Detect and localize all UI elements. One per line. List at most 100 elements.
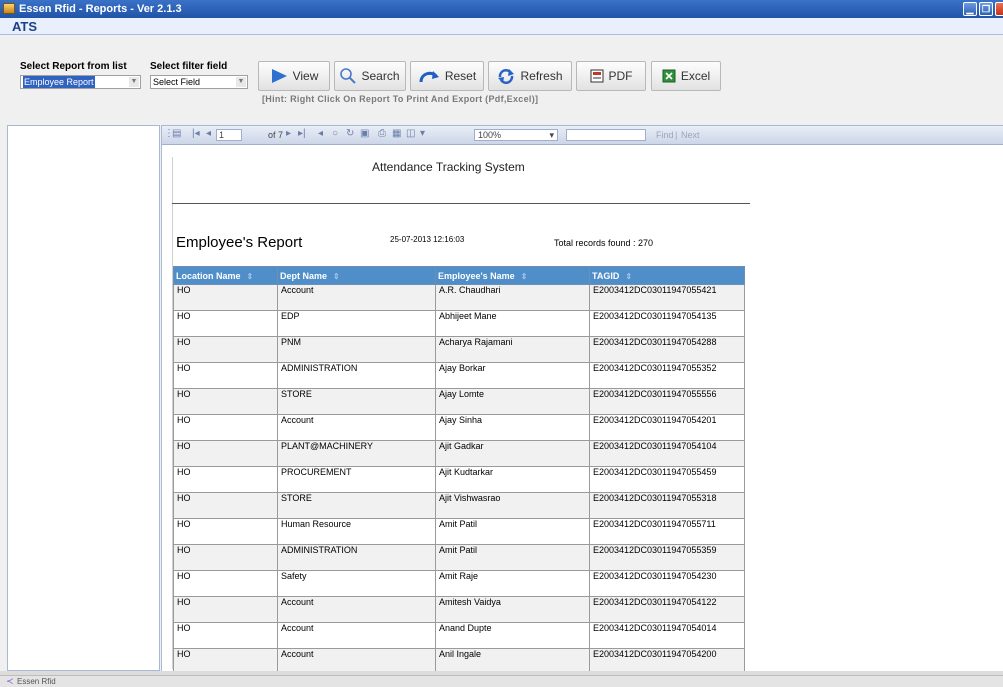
status-text: Essen Rfid — [17, 677, 56, 686]
table-cell: Account — [277, 648, 436, 671]
table-cell: PLANT@MACHINERY — [277, 440, 436, 467]
play-icon — [271, 69, 287, 83]
zoom-value: 100% — [478, 130, 502, 140]
table-row: HO PNM Acharya Rajamani E2003412DC030119470… — [173, 336, 745, 363]
chevron-down-icon[interactable]: ▼ — [236, 77, 246, 87]
table-cell: HO — [173, 414, 278, 441]
close-button[interactable] — [995, 2, 1003, 16]
table-cell: HO — [173, 492, 278, 519]
table-cell: HO — [173, 388, 278, 415]
table-cell: HO — [173, 466, 278, 493]
table-cell: STORE — [277, 492, 436, 519]
table-cell: HO — [173, 648, 278, 671]
column-header[interactable]: Dept Name ⇕ — [277, 266, 436, 285]
last-page-icon[interactable]: ▸| — [298, 128, 306, 139]
table-body: HO Account A.R. Chaudhari E2003412DC0301194… — [173, 284, 745, 671]
export-icon[interactable]: ▣ — [360, 128, 369, 139]
stop-icon[interactable]: ○ — [332, 128, 338, 139]
table-row: HO Account Anand Dupte E2003412DC0301194705… — [173, 622, 745, 649]
table-header-row: Location Name ⇕ Dept Name ⇕ Employee's Nam… — [173, 266, 745, 285]
field-select-value: Select Field — [153, 77, 201, 87]
field-select[interactable]: Select Field ▼ — [150, 75, 248, 89]
table-row: HO Account Anil Ingale E2003412DC0301194705… — [173, 648, 745, 671]
app-logo-icon: ≺ — [6, 676, 14, 686]
table-row: HO Account A.R. Chaudhari E2003412DC0301194… — [173, 284, 745, 311]
table-cell: E2003412DC03011947055556 — [589, 388, 745, 415]
search-icon — [340, 68, 357, 84]
chevron-down-icon[interactable]: ▾ — [549, 130, 554, 140]
report-divider — [172, 203, 750, 204]
excel-button[interactable]: Excel — [651, 61, 721, 91]
table-cell: HO — [173, 570, 278, 597]
table-cell: Anil Ingale — [435, 648, 590, 671]
table-cell: E2003412DC03011947055711 — [589, 518, 745, 545]
table-cell: Ajay Sinha — [435, 414, 590, 441]
table-cell: Ajit Vishwasrao — [435, 492, 590, 519]
table-cell: Safety — [277, 570, 436, 597]
report-select-label: Select Report from list — [20, 61, 127, 72]
pdf-button[interactable]: PDF — [576, 61, 646, 91]
report-system-title: Attendance Tracking System — [372, 160, 525, 174]
sort-icon[interactable]: ⇕ — [247, 272, 254, 281]
title-bar: Essen Rfid - Reports - Ver 2.1.3 ▁ ❐ — [0, 0, 1003, 18]
search-button[interactable]: Search — [334, 61, 406, 91]
refresh-icon — [498, 69, 515, 84]
back-icon[interactable]: ◂ — [318, 128, 323, 139]
table-cell: EDP — [277, 310, 436, 337]
report-datetime: 25-07-2013 12:16:03 — [390, 235, 465, 244]
app-icon — [3, 3, 15, 14]
table-cell: Amit Patil — [435, 544, 590, 571]
reset-button-label: Reset — [444, 69, 477, 83]
table-cell: Account — [277, 596, 436, 623]
page-count: of 7 — [268, 130, 284, 140]
restore-button[interactable]: ❐ — [979, 2, 993, 16]
table-cell: Anand Dupte — [435, 622, 590, 649]
report-select-value: Employee Report — [23, 76, 95, 88]
table-cell: Ajit Kudtarkar — [435, 466, 590, 493]
print-icon[interactable]: ⎙ — [378, 128, 386, 139]
page-setup-icon[interactable]: ◫ — [406, 128, 415, 139]
next-link[interactable]: Next — [681, 130, 700, 140]
first-page-icon[interactable]: |◂ — [192, 128, 200, 139]
previous-page-icon[interactable]: ◂ — [206, 128, 211, 139]
table-cell: Account — [277, 622, 436, 649]
view-button[interactable]: View — [258, 61, 330, 91]
report-select[interactable]: Employee Report ▼ — [20, 75, 141, 89]
table-cell: Account — [277, 414, 436, 441]
find-link[interactable]: Find — [656, 130, 674, 140]
column-header[interactable]: Location Name ⇕ — [173, 266, 278, 285]
table-cell: STORE — [277, 388, 436, 415]
search-button-label: Search — [361, 69, 400, 83]
page-number-input[interactable]: 1 — [216, 129, 242, 141]
table-row: HO Human Resource Amit Patil E2003412DC0301… — [173, 518, 745, 545]
toolbar: Select Report from list Employee Report … — [0, 35, 1003, 125]
column-header[interactable]: TAGID ⇕ — [589, 266, 745, 285]
save-icon[interactable]: ▾ — [420, 128, 425, 139]
sort-icon[interactable]: ⇕ — [521, 272, 528, 281]
table-cell: HO — [173, 284, 278, 311]
next-page-icon[interactable]: ▸ — [286, 128, 291, 139]
sort-icon[interactable]: ⇕ — [333, 272, 340, 281]
table-row: HO PROCUREMENT Ajit Kudtarkar E2003412DC030… — [173, 466, 745, 493]
table-cell: HO — [173, 440, 278, 467]
table-cell: Ajay Lomte — [435, 388, 590, 415]
document-map-icon[interactable]: ▤ — [172, 128, 181, 139]
chevron-down-icon[interactable]: ▼ — [129, 77, 139, 87]
column-header[interactable]: Employee's Name ⇕ — [435, 266, 590, 285]
reset-arrow-icon — [419, 71, 439, 83]
employee-table: Location Name ⇕ Dept Name ⇕ Employee's Nam… — [173, 266, 745, 671]
table-cell: HO — [173, 310, 278, 337]
print-layout-icon[interactable]: ▦ — [392, 128, 401, 139]
report-heading: Employee's Report — [176, 234, 303, 251]
find-input[interactable] — [566, 129, 646, 141]
reset-button[interactable]: Reset — [410, 61, 484, 91]
table-cell: E2003412DC03011947054122 — [589, 596, 745, 623]
minimize-button[interactable]: ▁ — [963, 2, 977, 16]
table-cell: E2003412DC03011947055359 — [589, 544, 745, 571]
refresh-button[interactable]: Refresh — [488, 61, 572, 91]
sort-icon[interactable]: ⇕ — [625, 272, 632, 281]
excel-button-label: Excel — [680, 69, 711, 83]
table-cell: E2003412DC03011947054135 — [589, 310, 745, 337]
zoom-select[interactable]: 100% ▾ — [474, 129, 558, 141]
refresh-report-icon[interactable]: ↻ — [346, 128, 354, 139]
